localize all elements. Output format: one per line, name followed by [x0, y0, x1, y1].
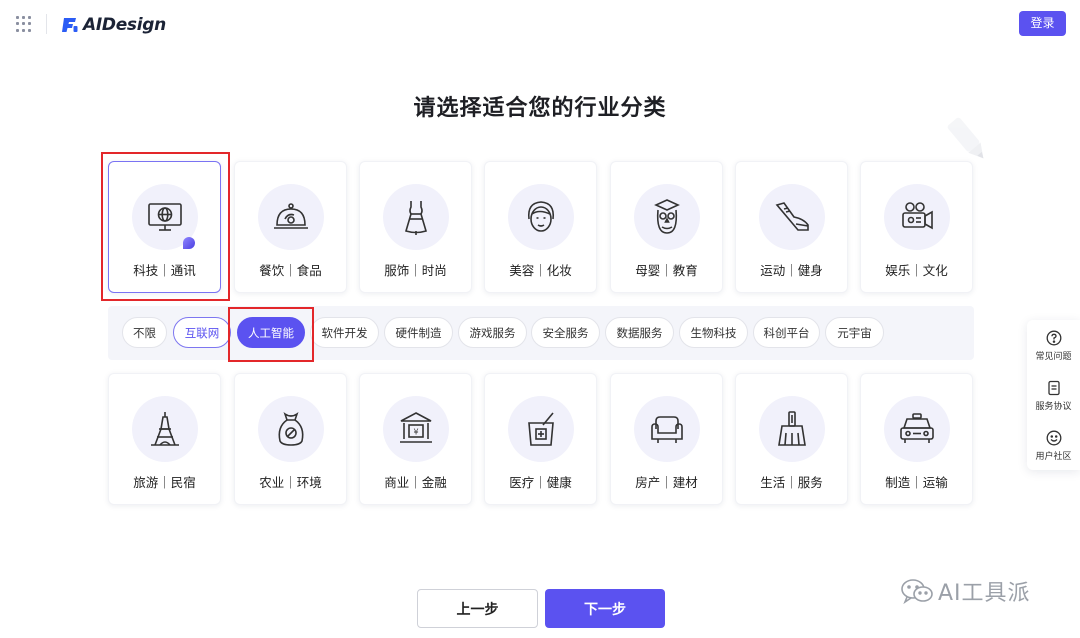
icon-circle: ¥ — [383, 396, 449, 462]
category-label: 美容｜化妆 — [509, 263, 572, 278]
faq-label: 常见问题 — [1035, 352, 1072, 362]
category-label: 运动｜健身 — [760, 263, 823, 278]
chip-ai[interactable]: 人工智能 — [237, 317, 305, 348]
category-label: 服饰｜时尚 — [384, 263, 447, 278]
category-label: 娱乐｜文化 — [885, 263, 948, 278]
faq-link[interactable]: 常见问题 — [1027, 330, 1080, 376]
header-divider — [46, 14, 47, 34]
icon-circle — [884, 184, 950, 250]
category-card-beauty[interactable]: 美容｜化妆 — [484, 161, 597, 293]
icon-circle — [258, 184, 324, 250]
aidesign-logo-icon — [62, 18, 78, 32]
chip-innovation[interactable]: 科创平台 — [753, 317, 820, 348]
login-button[interactable]: 登录 — [1019, 11, 1066, 36]
car-icon — [900, 413, 934, 443]
icon-circle — [634, 184, 700, 250]
community-label: 用户社区 — [1035, 452, 1072, 462]
next-step-button[interactable]: 下一步 — [545, 589, 665, 628]
grain-sack-icon — [278, 412, 304, 446]
category-card-finance[interactable]: ¥ 商业｜金融 — [359, 373, 472, 505]
icon-circle — [884, 396, 950, 462]
apps-grid-icon[interactable] — [16, 16, 32, 32]
category-card-manufacturing[interactable]: 制造｜运输 — [860, 373, 973, 505]
category-label: 餐饮｜食品 — [259, 263, 322, 278]
agreement-label: 服务协议 — [1035, 402, 1072, 412]
category-card-fashion[interactable]: 服饰｜时尚 — [359, 161, 472, 293]
face-icon — [527, 201, 555, 232]
category-label: 科技｜通讯 — [133, 263, 196, 278]
monitor-globe-icon — [148, 203, 182, 231]
category-label: 农业｜环境 — [259, 475, 322, 490]
broom-icon — [778, 411, 806, 446]
brand-name: AIDesign — [83, 15, 166, 35]
chip-hardware[interactable]: 硬件制造 — [384, 317, 453, 348]
wechat-icon — [901, 579, 933, 604]
category-card-food[interactable]: 餐饮｜食品 — [234, 161, 347, 293]
category-card-entertainment[interactable]: 娱乐｜文化 — [860, 161, 973, 293]
icon-circle — [508, 396, 574, 462]
brand-logo[interactable]: AIDesign — [61, 14, 166, 36]
sofa-icon — [651, 416, 683, 443]
bank-icon: ¥ — [400, 412, 432, 443]
icon-circle — [759, 396, 825, 462]
category-card-realestate[interactable]: 房产｜建材 — [610, 373, 723, 505]
category-card-tech[interactable]: 科技｜通讯 — [108, 161, 221, 293]
page-title: 请选择适合您的行业分类 — [413, 96, 667, 121]
icon-circle — [132, 396, 198, 462]
chip-software[interactable]: 软件开发 — [310, 317, 379, 348]
selected-indicator-icon — [183, 237, 195, 249]
top-bar: AIDesign 登录 — [0, 0, 1080, 48]
category-label: 母婴｜教育 — [635, 263, 698, 278]
category-card-agriculture[interactable]: 农业｜环境 — [234, 373, 347, 505]
icon-circle — [634, 396, 700, 462]
smile-icon — [1046, 430, 1061, 446]
chip-data[interactable]: 数据服务 — [605, 317, 674, 348]
side-help-panel: 常见问题 服务协议 用户社区 — [1027, 320, 1080, 470]
eiffel-tower-icon — [151, 412, 179, 446]
chip-security[interactable]: 安全服务 — [531, 317, 600, 348]
category-label: 商业｜金融 — [384, 475, 447, 490]
community-link[interactable]: 用户社区 — [1027, 430, 1080, 476]
food-cloche-icon — [274, 203, 308, 229]
category-card-travel[interactable]: 旅游｜民宿 — [108, 373, 221, 505]
prev-step-button[interactable]: 上一步 — [417, 589, 538, 628]
category-card-education[interactable]: 母婴｜教育 — [610, 161, 723, 293]
icon-circle — [258, 396, 324, 462]
category-label: 旅游｜民宿 — [133, 475, 196, 490]
document-icon — [1047, 380, 1060, 396]
category-label: 医疗｜健康 — [509, 475, 572, 490]
icon-circle — [508, 184, 574, 250]
watermark: AI工具派 — [900, 578, 1031, 606]
category-label: 房产｜建材 — [635, 475, 698, 490]
category-card-medical[interactable]: 医疗｜健康 — [484, 373, 597, 505]
sneaker-icon — [775, 202, 809, 231]
medical-mortar-icon — [528, 412, 554, 446]
owl-icon — [654, 199, 680, 234]
category-card-sports[interactable]: 运动｜健身 — [735, 161, 848, 293]
icon-circle — [759, 184, 825, 250]
category-label: 制造｜运输 — [885, 475, 948, 490]
agreement-link[interactable]: 服务协议 — [1027, 380, 1080, 426]
dress-icon — [405, 201, 427, 235]
chip-metaverse[interactable]: 元宇宙 — [825, 317, 884, 348]
chip-unlimited[interactable]: 不限 — [122, 317, 167, 348]
question-circle-icon — [1046, 330, 1061, 346]
chip-biotech[interactable]: 生物科技 — [679, 317, 748, 348]
category-label: 生活｜服务 — [760, 475, 823, 490]
chip-internet[interactable]: 互联网 — [173, 317, 231, 348]
category-card-services[interactable]: 生活｜服务 — [735, 373, 848, 505]
watermark-text: AI工具派 — [938, 581, 1031, 606]
svg-text:¥: ¥ — [413, 428, 418, 437]
chip-gaming[interactable]: 游戏服务 — [458, 317, 527, 348]
video-camera-icon — [902, 202, 933, 230]
icon-circle — [383, 184, 449, 250]
